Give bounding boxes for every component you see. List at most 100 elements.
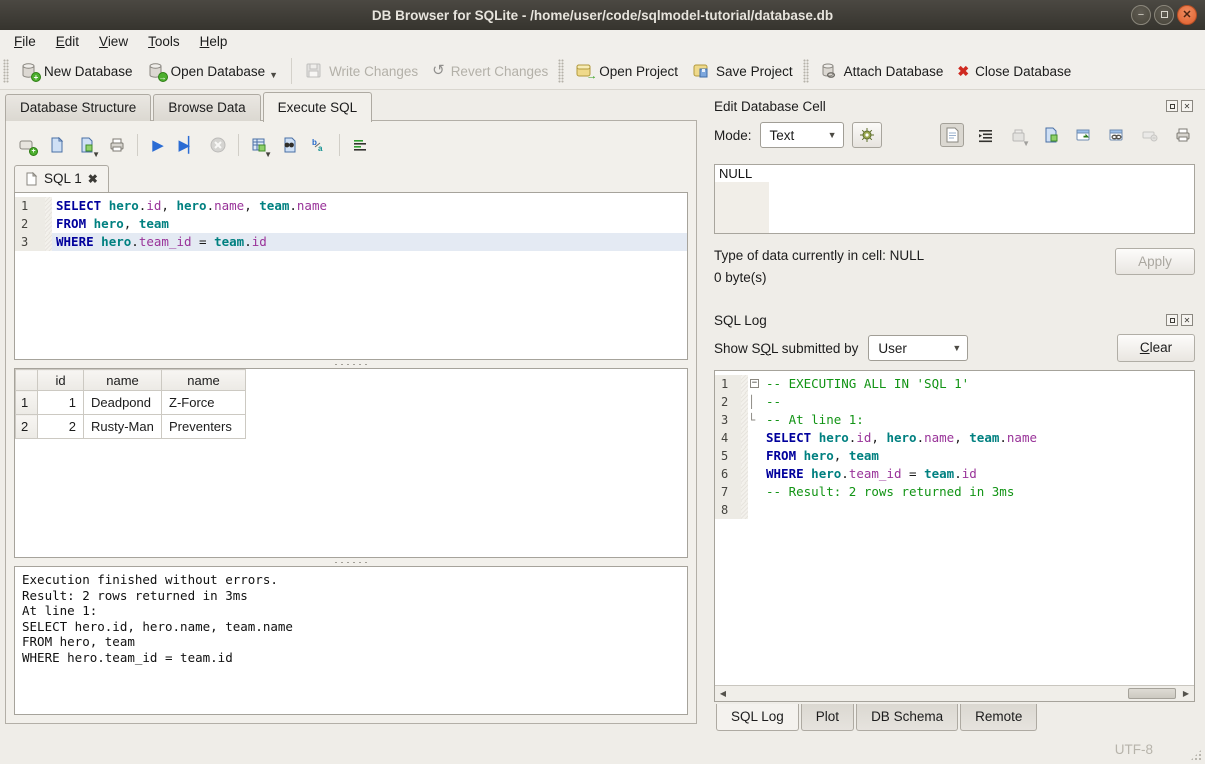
- export-data-button[interactable]: [1072, 123, 1096, 147]
- new-database-button[interactable]: + New Database: [13, 58, 140, 84]
- toolbar-drag-handle[interactable]: [558, 59, 564, 83]
- open-database-dropdown-arrow[interactable]: ▼: [269, 70, 278, 80]
- tab-db-schema[interactable]: DB Schema: [856, 704, 958, 731]
- apply-settings-button[interactable]: [852, 122, 882, 148]
- mode-label: Mode:: [714, 128, 752, 143]
- show-sql-label: Show SQL submitted by: [714, 341, 858, 356]
- tab-sql-log[interactable]: SQL Log: [716, 704, 799, 731]
- print-icon: [1175, 127, 1191, 143]
- toolbar-separator: [238, 134, 239, 156]
- menu-view[interactable]: View: [89, 32, 138, 51]
- column-header-name[interactable]: name: [84, 370, 162, 391]
- toolbar-separator: [291, 58, 292, 84]
- close-dock-icon[interactable]: ✕: [1181, 100, 1193, 112]
- menu-help[interactable]: Help: [190, 32, 238, 51]
- save-project-button[interactable]: Save Project: [685, 58, 800, 84]
- edit-cell-title: Edit Database Cell: [714, 99, 1166, 114]
- open-file-icon: [49, 137, 65, 153]
- submitted-by-select[interactable]: User▼: [868, 335, 968, 361]
- cell[interactable]: 1: [38, 391, 84, 415]
- cell-value-editor[interactable]: NULL: [714, 164, 1195, 234]
- word-wrap-toggle[interactable]: [973, 123, 997, 147]
- sql-log-filter-row: Show SQL submitted by User▼ Clear: [714, 330, 1195, 366]
- export-icon: [1076, 128, 1092, 143]
- close-database-button[interactable]: ✖ Close Database: [950, 58, 1078, 84]
- import-data-button[interactable]: [1039, 123, 1063, 147]
- execute-all-icon: ▶: [152, 136, 164, 154]
- open-project-button[interactable]: → Open Project: [568, 58, 685, 84]
- cell-editor-gutter: [715, 182, 769, 233]
- horizontal-scrollbar[interactable]: ◀ ▶: [715, 685, 1194, 701]
- result-row: 2 2 Rusty-Man Preventers: [16, 415, 246, 439]
- attach-database-button[interactable]: Attach Database: [813, 58, 951, 84]
- new-sql-tab-button[interactable]: +: [14, 132, 40, 158]
- menu-file[interactable]: File: [4, 32, 46, 51]
- close-button[interactable]: ✕: [1177, 5, 1197, 25]
- row-header[interactable]: 2: [16, 415, 38, 439]
- cell[interactable]: 2: [38, 415, 84, 439]
- set-null-icon: [1142, 128, 1158, 143]
- maximize-icon: [1161, 11, 1168, 18]
- main-tab-bar: Database Structure Browse Data Execute S…: [0, 90, 702, 121]
- cell[interactable]: Z-Force: [162, 391, 246, 415]
- menu-tools[interactable]: Tools: [138, 32, 190, 51]
- open-sql-file-button[interactable]: [44, 132, 70, 158]
- sql-editor[interactable]: 1SELECT hero.id, hero.name, team.name2FR…: [14, 192, 688, 360]
- sql-tab-bar: SQL 1 ✖: [14, 163, 688, 192]
- cell[interactable]: Rusty-Man: [84, 415, 162, 439]
- print-cell-button[interactable]: [1171, 123, 1195, 147]
- results-message-splitter[interactable]: [14, 558, 688, 566]
- cell[interactable]: Preventers: [162, 415, 246, 439]
- scroll-left-icon[interactable]: ◀: [715, 689, 731, 698]
- title-bar: DB Browser for SQLite - /home/user/code/…: [0, 0, 1205, 30]
- editor-results-splitter[interactable]: [14, 360, 688, 368]
- scrollbar-track[interactable]: [731, 686, 1178, 701]
- apply-button: Apply: [1115, 248, 1195, 275]
- cell-info: Type of data currently in cell: NULL 0 b…: [714, 248, 1195, 294]
- toolbar-drag-handle[interactable]: [3, 59, 9, 83]
- toolbar-drag-handle[interactable]: [803, 59, 809, 83]
- menu-edit[interactable]: Edit: [46, 32, 89, 51]
- clear-log-button[interactable]: Clear: [1117, 334, 1195, 362]
- close-dock-icon[interactable]: ✕: [1181, 314, 1193, 326]
- cell[interactable]: Deadpond: [84, 391, 162, 415]
- close-tab-icon[interactable]: ✖: [88, 172, 98, 186]
- execute-current-line-button[interactable]: ▶▏: [175, 132, 201, 158]
- find-replace-button[interactable]: [276, 132, 302, 158]
- print-sql-button[interactable]: [104, 132, 130, 158]
- tab-remote[interactable]: Remote: [960, 704, 1037, 731]
- write-changes-icon: [305, 62, 323, 80]
- column-header-name2[interactable]: name: [162, 370, 246, 391]
- sql-log-dock-title: SQL Log ✕: [714, 306, 1195, 330]
- open-database-button[interactable]: → Open Database ▼: [140, 58, 286, 84]
- auto-format-button[interactable]: ba: [306, 132, 332, 158]
- maximize-button[interactable]: [1154, 5, 1174, 25]
- execute-sql-pane: + ▼ ▶ ▶▏: [5, 120, 697, 724]
- float-dock-icon[interactable]: [1166, 314, 1178, 326]
- scroll-right-icon[interactable]: ▶: [1178, 689, 1194, 698]
- text-view-toggle[interactable]: [940, 123, 964, 147]
- float-dock-icon[interactable]: [1166, 100, 1178, 112]
- mode-select[interactable]: Text▼: [760, 122, 844, 148]
- execute-line-icon: ▶▏: [178, 136, 197, 154]
- save-sql-file-button[interactable]: ▼: [74, 132, 100, 158]
- menu-bar: File Edit View Tools Help: [0, 30, 1205, 53]
- open-in-external-app-button[interactable]: [1105, 123, 1129, 147]
- export-results-button[interactable]: ▼: [246, 132, 272, 158]
- resize-grip-icon[interactable]: [1190, 749, 1202, 761]
- tab-execute-sql[interactable]: Execute SQL: [263, 92, 373, 122]
- sql-1-tab[interactable]: SQL 1 ✖: [14, 165, 109, 192]
- word-wrap-button[interactable]: [347, 132, 373, 158]
- tab-database-structure[interactable]: Database Structure: [5, 94, 151, 121]
- row-header[interactable]: 1: [16, 391, 38, 415]
- execute-all-button[interactable]: ▶: [145, 132, 171, 158]
- column-header-id[interactable]: id: [38, 370, 84, 391]
- minimize-button[interactable]: −: [1131, 5, 1151, 25]
- tab-plot[interactable]: Plot: [801, 704, 854, 731]
- tab-browse-data[interactable]: Browse Data: [153, 94, 260, 121]
- word-wrap-icon: [352, 137, 368, 153]
- scrollbar-thumb[interactable]: [1128, 688, 1176, 699]
- close-database-icon: ✖: [957, 62, 969, 80]
- result-row: 1 1 Deadpond Z-Force: [16, 391, 246, 415]
- sql-log-view[interactable]: 1−-- EXECUTING ALL IN 'SQL 1'2│--3└-- At…: [714, 370, 1195, 702]
